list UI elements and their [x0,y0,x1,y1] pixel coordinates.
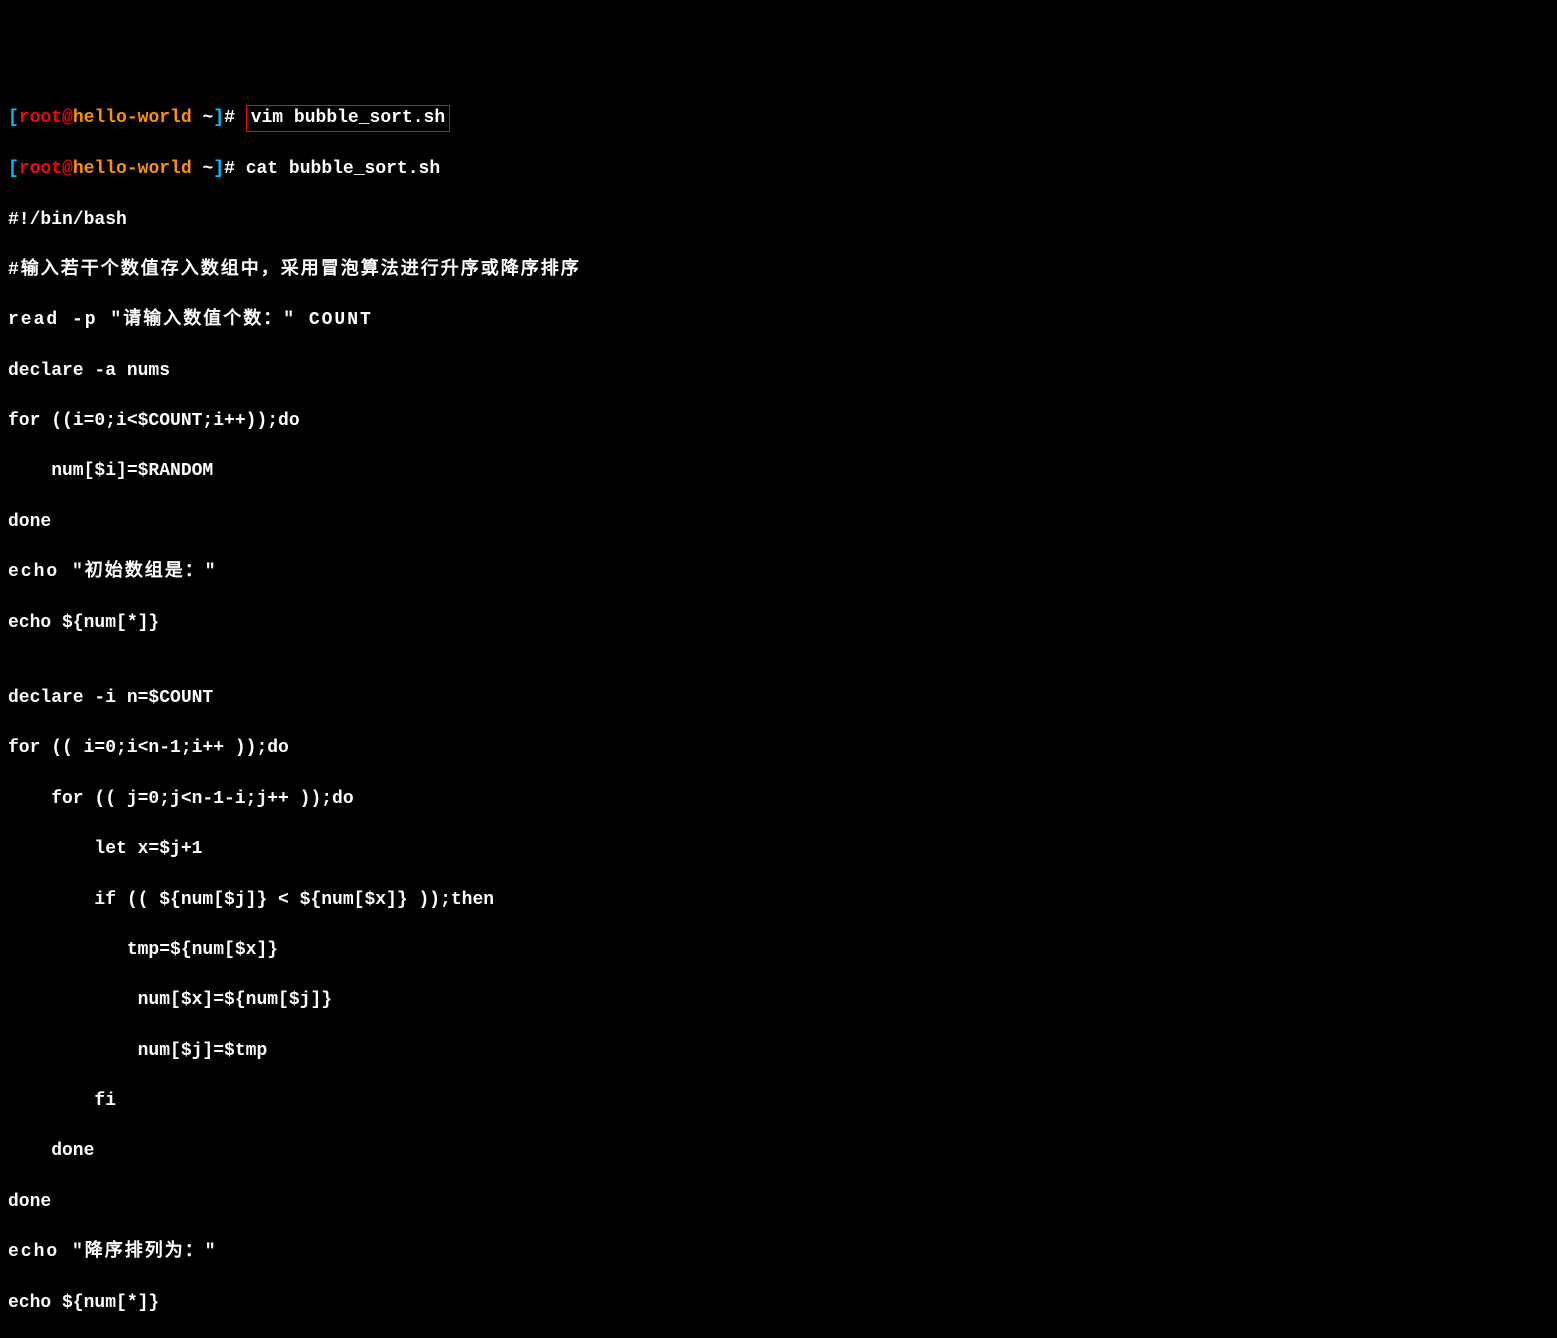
hostname: hello-world [73,159,192,179]
script-line: echo ${num[*]} [8,1291,1549,1316]
cat-command: cat bubble_sort.sh [246,159,440,179]
script-line: if (( ${num[$j]} < ${num[$x]} ));then [8,888,1549,913]
hostname: hello-world [73,108,192,128]
script-line: declare -i n=$COUNT [8,686,1549,711]
script-line: echo "初始数组是：" [8,560,1549,585]
script-line: done [8,1139,1549,1164]
script-line: for (( j=0;j<n-1-i;j++ ));do [8,787,1549,812]
script-line: for (( i=0;i<n-1;i++ ));do [8,736,1549,761]
script-line: echo ${num[*]} [8,611,1549,636]
script-line: echo "降序排列为：" [8,1240,1549,1265]
path: ~ [192,108,214,128]
prompt-line-1[interactable]: [root@hello-world ~]# vim bubble_sort.sh [8,105,1549,132]
script-line: done [8,510,1549,535]
script-line: tmp=${num[$x]} [8,938,1549,963]
prompt-hash: # [224,159,246,179]
vim-command: vim bubble_sort.sh [251,108,445,128]
script-line: read -p "请输入数值个数：" COUNT [8,308,1549,333]
script-line: #输入若干个数值存入数组中，采用冒泡算法进行升序或降序排序 [8,258,1549,283]
bracket-open: [ [8,108,19,128]
bracket-close: ] [213,159,224,179]
script-line: done [8,1190,1549,1215]
script-line: num[$j]=$tmp [8,1039,1549,1064]
script-line: fi [8,1089,1549,1114]
prompt-line-2[interactable]: [root@hello-world ~]# cat bubble_sort.sh [8,157,1549,182]
script-line: num[$x]=${num[$j]} [8,988,1549,1013]
at-sign: @ [62,108,73,128]
prompt-hash: # [224,108,246,128]
path: ~ [192,159,214,179]
script-line: let x=$j+1 [8,837,1549,862]
bracket-close: ] [213,108,224,128]
script-line: #!/bin/bash [8,208,1549,233]
script-line: for ((i=0;i<$COUNT;i++));do [8,409,1549,434]
user: root [19,159,62,179]
script-line: num[$i]=$RANDOM [8,459,1549,484]
bracket-open: [ [8,159,19,179]
at-sign: @ [62,159,73,179]
highlighted-command: vim bubble_sort.sh [246,105,450,132]
script-line: declare -a nums [8,359,1549,384]
user: root [19,108,62,128]
